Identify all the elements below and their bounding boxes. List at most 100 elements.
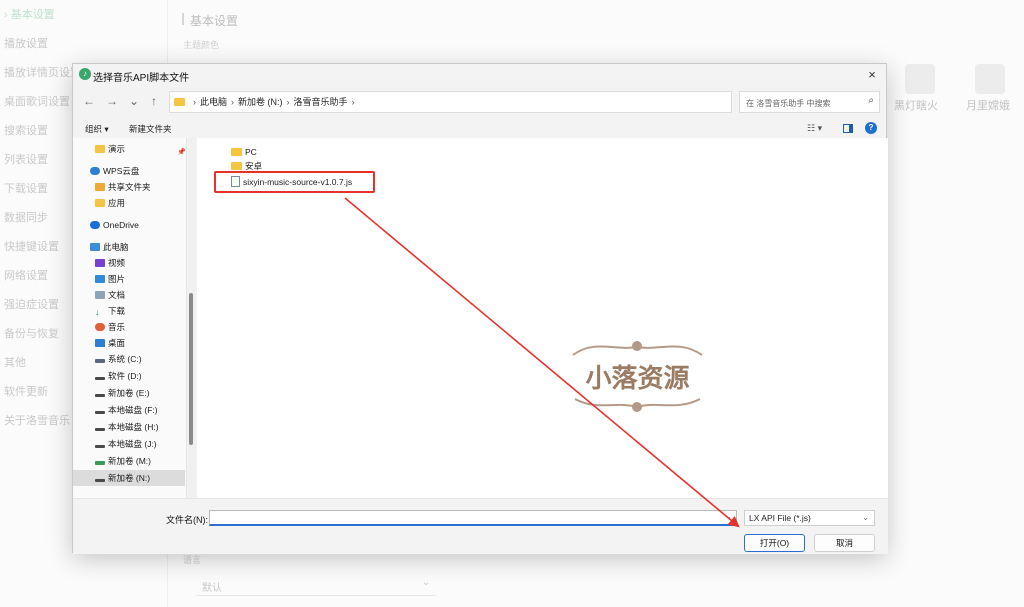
bg-nav-item[interactable]: 数据同步 bbox=[4, 209, 48, 225]
dialog-content: 演示 📌 WPS云盘 共享文件夹 应用 OneDrive 此电脑 视频 图片 文… bbox=[73, 138, 888, 498]
nav-item-label: 视频 bbox=[108, 258, 126, 268]
nav-item-drive-h[interactable]: 本地磁盘 (H:) bbox=[73, 419, 185, 435]
command-toolbar: 组织 ▾ 新建文件夹 ☷ ▾ ? bbox=[73, 119, 886, 139]
breadcrumb-separator: › bbox=[286, 97, 290, 107]
bg-nav-item[interactable]: 播放设置 bbox=[4, 35, 48, 51]
search-placeholder: 在 洛雪音乐助手 中搜索 bbox=[746, 99, 831, 108]
breadcrumb-item[interactable]: 此电脑 bbox=[200, 97, 227, 107]
nav-item-documents[interactable]: 文档 bbox=[73, 287, 185, 303]
nav-item-drive-m[interactable]: 新加卷 (M:) bbox=[73, 453, 185, 469]
nav-item-label: 共享文件夹 bbox=[108, 182, 151, 192]
dialog-title: 选择音乐API脚本文件 bbox=[93, 73, 190, 84]
folder-icon bbox=[95, 199, 105, 207]
file-type-value: LX API File (*.js) bbox=[749, 513, 811, 523]
navigation-pane: 演示 📌 WPS云盘 共享文件夹 应用 OneDrive 此电脑 视频 图片 文… bbox=[73, 138, 187, 498]
drive-icon bbox=[95, 411, 105, 414]
nav-item-label: 此电脑 bbox=[103, 242, 129, 252]
view-options-icon[interactable]: ☷ ▾ bbox=[807, 123, 822, 134]
cloud-icon bbox=[90, 221, 100, 229]
breadcrumb-separator: › bbox=[351, 97, 355, 107]
nav-scrollbar-thumb[interactable] bbox=[189, 293, 193, 445]
bg-nav-item[interactable]: 网络设置 bbox=[4, 267, 48, 283]
bg-nav-item[interactable]: 列表设置 bbox=[4, 151, 48, 167]
preview-pane-icon[interactable] bbox=[843, 124, 853, 133]
nav-item-demo[interactable]: 演示 📌 bbox=[73, 141, 186, 157]
watermark-text: 小落资源 bbox=[585, 364, 689, 394]
open-button[interactable]: 打开(O) bbox=[744, 534, 805, 552]
nav-item-downloads[interactable]: ↓ 下载 bbox=[73, 303, 185, 319]
document-icon bbox=[95, 291, 105, 299]
drive-icon bbox=[95, 394, 105, 397]
nav-item-label: 软件 (D:) bbox=[108, 371, 142, 381]
nav-item-music[interactable]: 音乐 bbox=[73, 319, 185, 335]
nav-item-onedrive[interactable]: OneDrive bbox=[73, 217, 185, 233]
file-list: PC 安卓 sixyin-music-source-v1.0.7.js 小落资源 bbox=[197, 138, 888, 498]
nav-item-desktop[interactable]: 桌面 bbox=[73, 335, 185, 351]
video-icon bbox=[95, 259, 105, 267]
bg-nav-item[interactable]: 快捷键设置 bbox=[4, 238, 59, 254]
file-name: PC bbox=[245, 147, 257, 157]
nav-item-this-pc[interactable]: 此电脑 bbox=[73, 239, 185, 255]
bg-nav-item[interactable]: 桌面歌词设置 bbox=[4, 93, 70, 109]
nav-item-drive-d[interactable]: 软件 (D:) bbox=[73, 368, 185, 384]
drive-icon bbox=[95, 445, 105, 448]
bg-nav-item[interactable]: 备份与恢复 bbox=[4, 325, 59, 341]
filename-input[interactable]: ⌄ bbox=[209, 510, 737, 526]
close-button[interactable]: × bbox=[864, 67, 880, 83]
folder-icon bbox=[231, 148, 242, 156]
back-arrow-icon[interactable]: ← bbox=[81, 93, 97, 109]
file-item-folder-pc[interactable]: PC bbox=[231, 145, 257, 159]
chevron-down-icon: ⌄ bbox=[421, 577, 430, 588]
search-input[interactable]: 在 洛雪音乐助手 中搜索 ⌕ bbox=[739, 91, 880, 113]
nav-item-pictures[interactable]: 图片 bbox=[73, 271, 185, 287]
download-icon: ↓ bbox=[95, 307, 100, 317]
nav-item-videos[interactable]: 视频 bbox=[73, 255, 185, 271]
bg-nav-item[interactable]: 关于洛雪音乐 bbox=[4, 412, 70, 428]
bg-nav-item[interactable]: 播放详情页设置 bbox=[4, 64, 81, 80]
nav-item-label: 应用 bbox=[108, 198, 126, 208]
nav-item-drive-n[interactable]: 新加卷 (N:) bbox=[73, 470, 185, 486]
bg-language-label: 语言 bbox=[183, 555, 202, 565]
bg-nav-item[interactable]: 软件更新 bbox=[4, 383, 48, 399]
cancel-button[interactable]: 取消 bbox=[814, 534, 875, 552]
bg-nav-item[interactable]: › 基本设置 bbox=[4, 6, 55, 22]
address-bar[interactable]: ›此电脑›新加卷 (N:)›洛雪音乐助手› ⌄ ↻ bbox=[169, 91, 825, 113]
nav-item-label: 文档 bbox=[108, 290, 126, 300]
file-type-select[interactable]: LX API File (*.js) ⌄ bbox=[744, 510, 875, 526]
chevron-down-icon[interactable]: ⌄ bbox=[725, 512, 732, 521]
app-music-icon: ♪ bbox=[79, 68, 91, 80]
nav-item-drive-e[interactable]: 新加卷 (E:) bbox=[73, 385, 185, 401]
breadcrumb-item[interactable]: 洛雪音乐助手 bbox=[294, 97, 348, 107]
nav-item-label: 新加卷 (N:) bbox=[108, 473, 151, 483]
folder-icon bbox=[231, 162, 242, 170]
nav-item-wps-cloud[interactable]: WPS云盘 bbox=[73, 163, 185, 179]
help-icon[interactable]: ? bbox=[865, 122, 877, 134]
drive-icon bbox=[95, 461, 105, 465]
bg-language-value: 默认 bbox=[202, 583, 222, 594]
up-arrow-icon[interactable]: ↑ bbox=[146, 93, 162, 109]
bg-nav-item[interactable]: 其他 bbox=[4, 354, 26, 370]
nav-item-label: 下载 bbox=[108, 306, 126, 316]
nav-item-label: 本地磁盘 (F:) bbox=[108, 405, 158, 415]
nav-item-drive-c[interactable]: 系统 (C:) bbox=[73, 351, 185, 367]
bg-nav-item[interactable]: 下载设置 bbox=[4, 180, 48, 196]
cloud-icon bbox=[90, 167, 100, 175]
forward-arrow-icon[interactable]: → bbox=[104, 93, 120, 109]
computer-icon bbox=[90, 243, 100, 251]
nav-item-apps[interactable]: 应用 bbox=[73, 195, 185, 211]
bg-theme-swatch[interactable] bbox=[975, 64, 1005, 94]
bg-theme-swatch[interactable] bbox=[905, 64, 935, 94]
bg-language-select[interactable]: 默认 ⌄ bbox=[196, 574, 436, 596]
new-folder-button[interactable]: 新建文件夹 bbox=[129, 123, 172, 135]
nav-item-shared-folder[interactable]: 共享文件夹 bbox=[73, 179, 185, 195]
nav-item-drive-f[interactable]: 本地磁盘 (F:) bbox=[73, 402, 185, 418]
organize-menu[interactable]: 组织 ▾ bbox=[85, 123, 109, 135]
bg-nav-item[interactable]: 强迫症设置 bbox=[4, 296, 59, 312]
nav-scrollbar[interactable] bbox=[188, 138, 196, 498]
recent-locations-icon[interactable]: ⌄ bbox=[126, 93, 142, 109]
nav-item-drive-j[interactable]: 本地磁盘 (J:) bbox=[73, 436, 185, 452]
breadcrumb-item[interactable]: 新加卷 (N:) bbox=[238, 97, 283, 107]
bg-nav-item[interactable]: 搜索设置 bbox=[4, 122, 48, 138]
file-name: 安卓 bbox=[245, 161, 263, 171]
nav-item-label: 桌面 bbox=[108, 338, 126, 348]
